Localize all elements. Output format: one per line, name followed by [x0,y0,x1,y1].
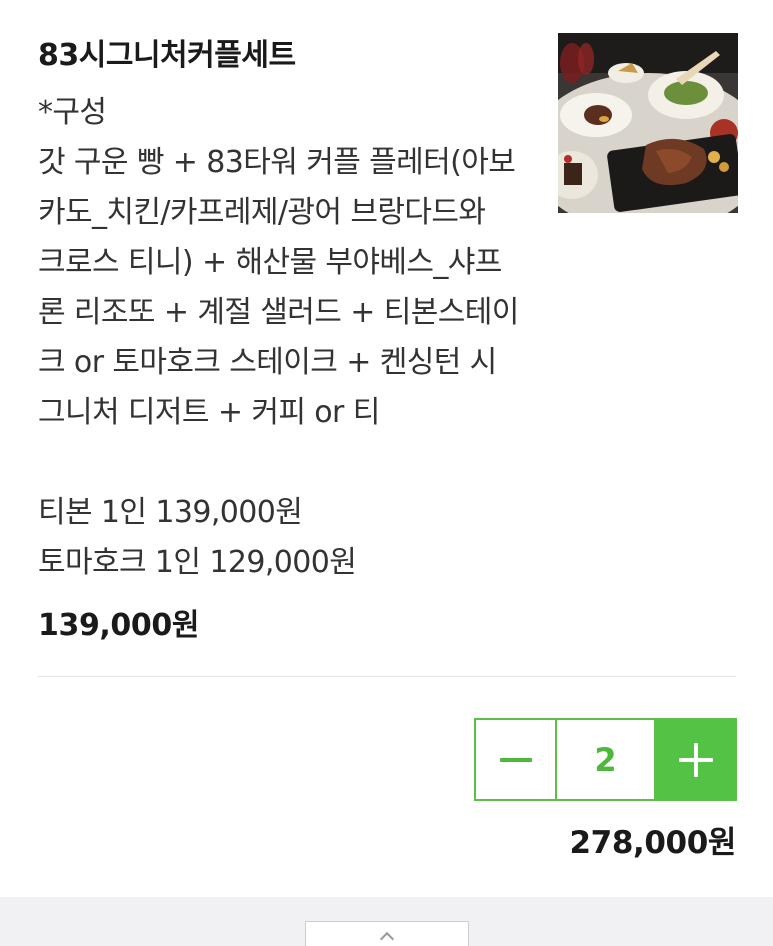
steak-dinner-photo-icon [558,33,738,213]
chevron-up-icon [379,931,395,946]
scroll-top-button[interactable] [305,921,469,946]
plus-icon [678,742,713,777]
description-line: 크 or 토마호크 스테이크 + 켄싱턴 시 [38,345,497,380]
total-price: 278,000원 [569,825,736,861]
description-line: 크로스 티니) + 해산물 부야베스_샤프 [38,245,502,280]
quantity-stepper: 2 [474,718,737,801]
product-price: 139,000원 [38,608,200,643]
product-description: *구성 갓 구운 빵 + 83타워 커플 플레터(아보 카도_치킨/카프레제/광… [38,88,538,588]
description-line: 티본 1인 139,000원 [38,495,303,530]
divider [38,676,736,677]
description-line: 갓 구운 빵 + 83타워 커플 플레터(아보 [38,145,516,180]
product-image[interactable] [558,33,738,213]
description-line: *구성 [38,95,107,130]
description-line: 카도_치킨/카프레제/광어 브랑다드와 [38,195,486,230]
description-line: 그니처 디저트 + 커피 or 티 [38,395,380,430]
quantity-value[interactable]: 2 [557,720,654,799]
minus-icon [499,757,532,762]
increase-quantity-button[interactable] [654,720,735,799]
description-line: 토마호크 1인 129,000원 [38,545,357,580]
description-line: 론 리조또 + 계절 샐러드 + 티본스테이 [38,295,519,330]
decrease-quantity-button[interactable] [476,720,557,799]
product-title: 83시그니처커플세트 [38,38,296,73]
